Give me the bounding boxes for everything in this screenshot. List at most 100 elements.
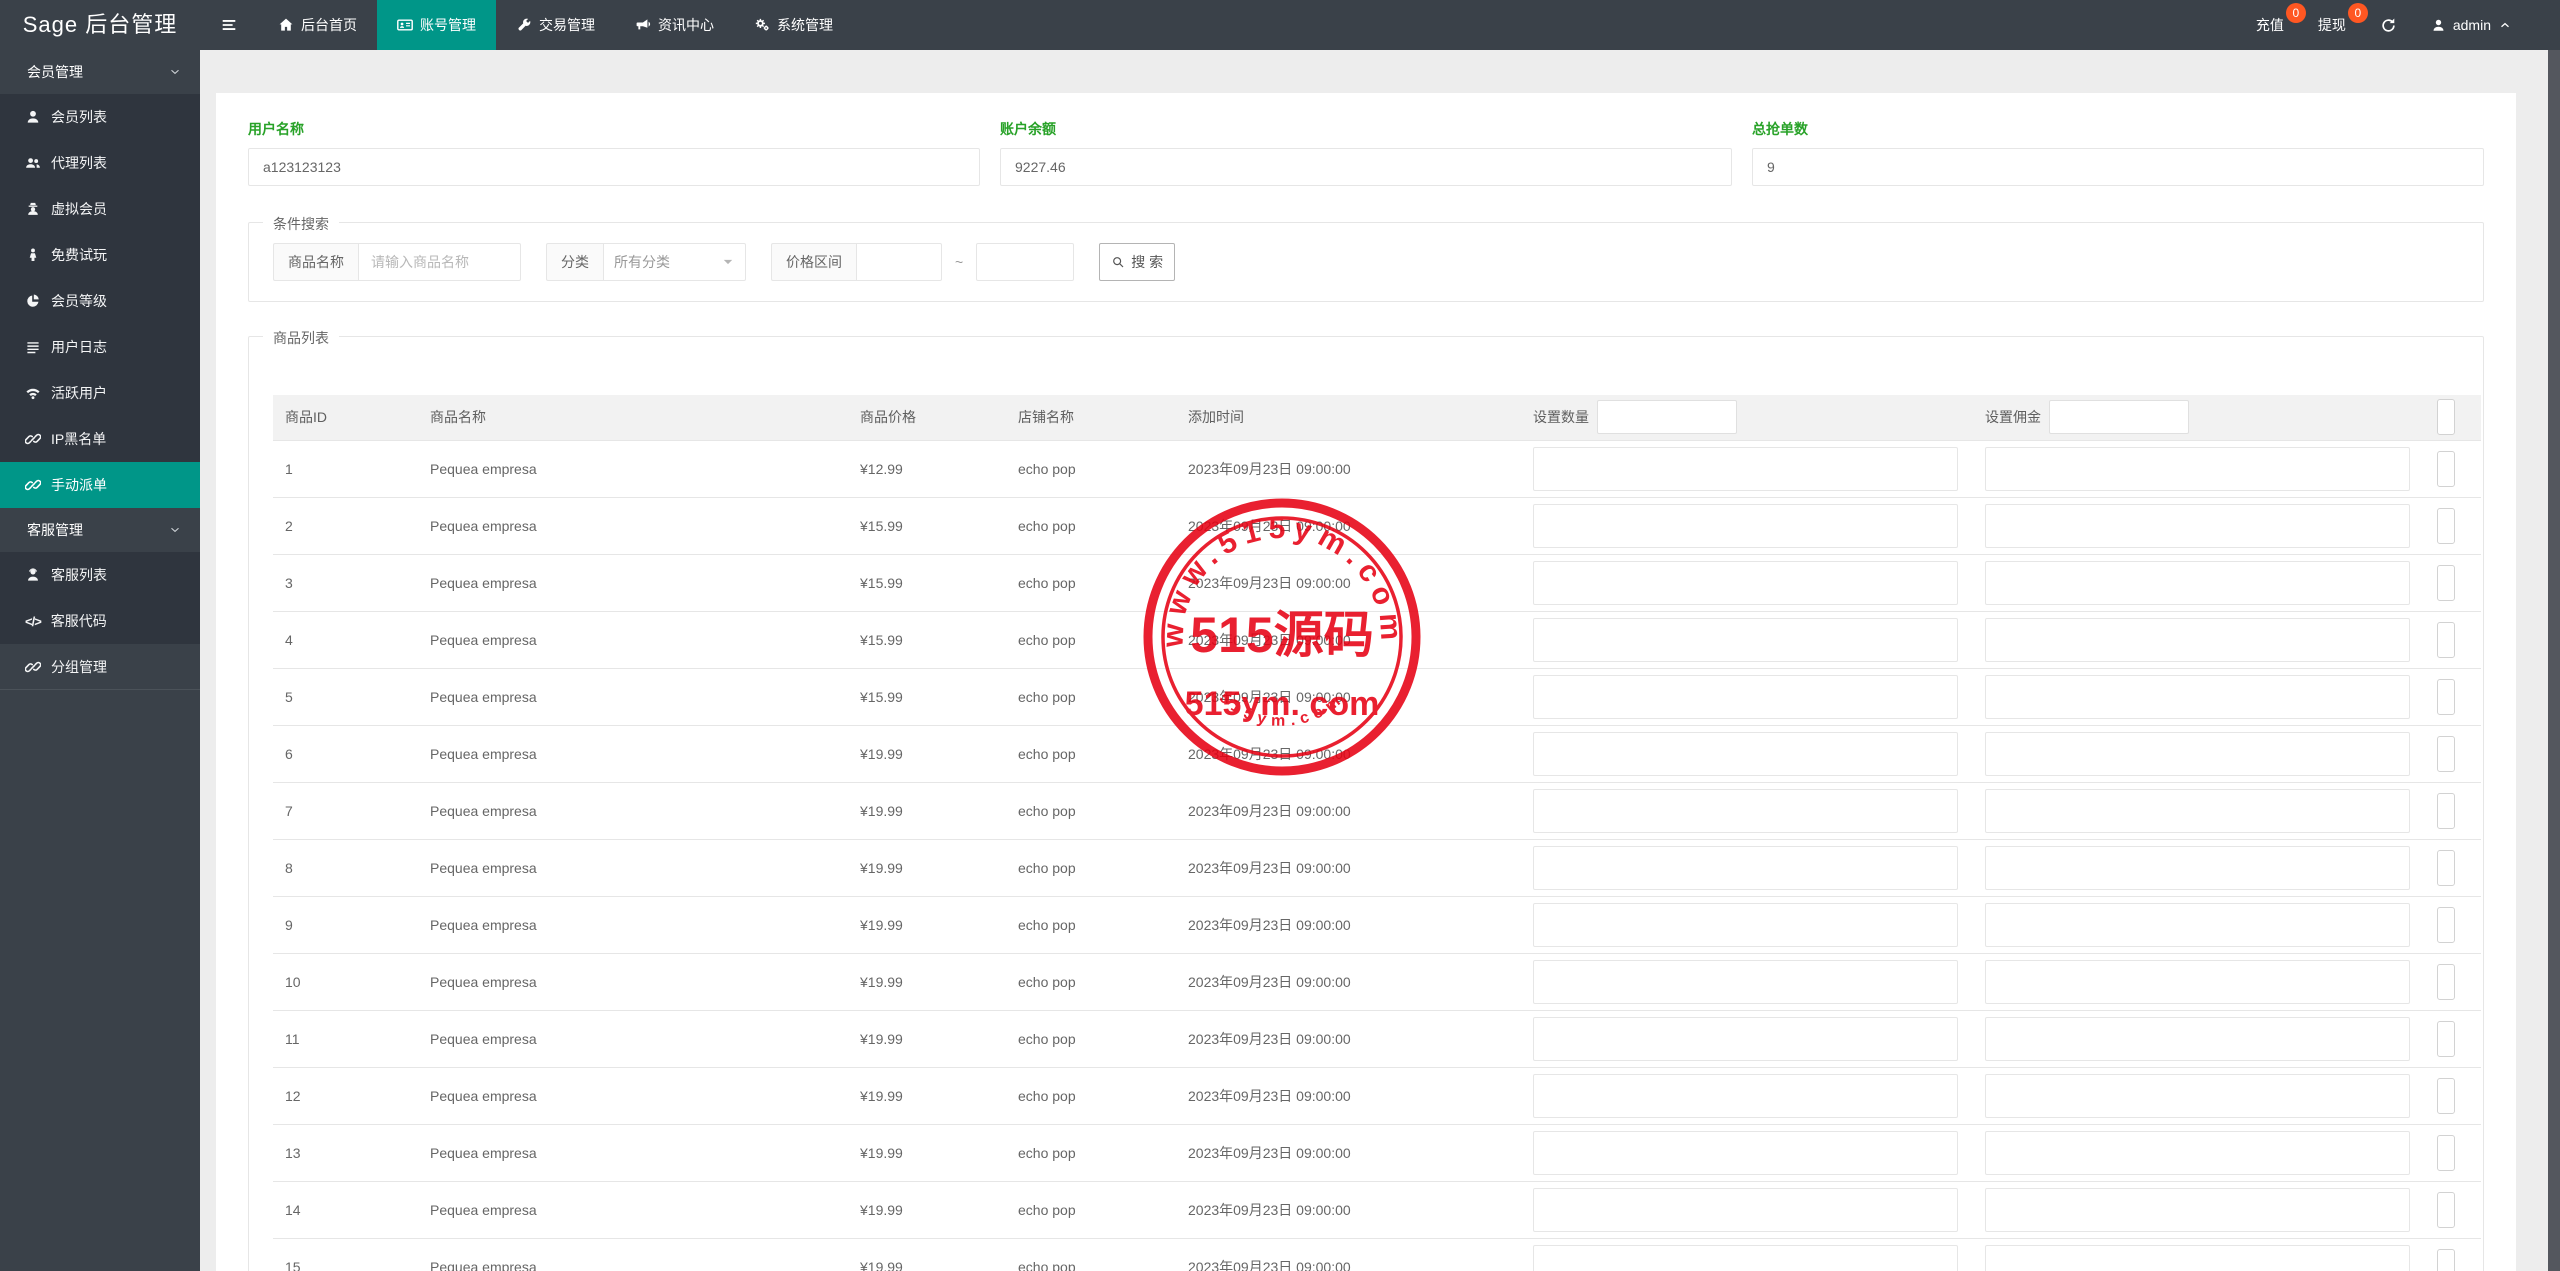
sidebar-item-service-code[interactable]: </> 客服代码 [0, 598, 200, 644]
row-checkbox[interactable] [2437, 792, 2455, 829]
cell-product-price: ¥12.99 [848, 439, 1006, 498]
sidebar-item-virtual-member[interactable]: 虚拟会员 [0, 186, 200, 232]
row-checkbox[interactable] [2437, 621, 2455, 658]
commission-input[interactable] [1985, 560, 2410, 605]
cell-select [2425, 782, 2481, 840]
agent-icon [25, 567, 41, 583]
row-checkbox[interactable] [2437, 1020, 2455, 1057]
commission-input[interactable] [1985, 1016, 2410, 1061]
quantity-input[interactable] [1533, 1073, 1958, 1118]
search-button[interactable]: 搜 索 [1099, 243, 1176, 281]
field-input-balance[interactable] [1000, 148, 1732, 186]
sidebar-item-label: 会员列表 [51, 109, 107, 125]
sidebar-item-free-trial[interactable]: 免费试玩 [0, 232, 200, 278]
cell-select [2425, 1124, 2481, 1182]
quantity-input[interactable] [1533, 674, 1958, 719]
cell-set-commission [1973, 554, 2425, 612]
account-fields: 用户名称 账户余额 总抢单数 [248, 119, 2484, 186]
hamburger-icon[interactable] [200, 0, 258, 50]
quantity-input[interactable] [1533, 503, 1958, 548]
commission-input[interactable] [1985, 446, 2410, 491]
refresh-icon[interactable] [2380, 17, 2397, 34]
select-all-checkbox[interactable] [2437, 399, 2455, 436]
nav-tab-system[interactable]: 系统管理 [734, 0, 853, 50]
sidebar-item-service-list[interactable]: 客服列表 [0, 552, 200, 598]
sidebar-item-label: 手动派单 [51, 477, 107, 493]
row-checkbox[interactable] [2437, 564, 2455, 601]
quantity-input[interactable] [1533, 959, 1958, 1004]
nav-tab-label: 系统管理 [777, 17, 833, 33]
nav-tab-news[interactable]: 资讯中心 [615, 0, 734, 50]
cell-product-id: 1 [273, 439, 418, 498]
category-select[interactable]: 所有分类 [603, 243, 746, 281]
sidebar-item-active-users[interactable]: 活跃用户 [0, 370, 200, 416]
row-checkbox[interactable] [2437, 1191, 2455, 1228]
row-checkbox[interactable] [2437, 849, 2455, 886]
price-min-input[interactable] [856, 243, 942, 281]
product-name-input[interactable] [358, 243, 521, 281]
commission-input[interactable] [1985, 902, 2410, 947]
sidebar-section-service-manage[interactable]: 客服管理 [0, 508, 200, 552]
cell-shop-name: echo pop [1006, 1124, 1176, 1182]
commission-input[interactable] [1985, 731, 2410, 776]
commission-input[interactable] [1985, 674, 2410, 719]
row-checkbox[interactable] [2437, 1077, 2455, 1114]
quantity-input[interactable] [1533, 560, 1958, 605]
sidebar-item-ip-blacklist[interactable]: IP黑名单 [0, 416, 200, 462]
quantity-input[interactable] [1533, 1187, 1958, 1232]
nav-tab-trade[interactable]: 交易管理 [496, 0, 615, 50]
row-checkbox[interactable] [2437, 1134, 2455, 1171]
sidebar-section-member-manage[interactable]: 会员管理 [0, 50, 200, 94]
field-input-orders[interactable] [1752, 148, 2484, 186]
commission-input[interactable] [1985, 1130, 2410, 1175]
cell-set-quantity [1521, 953, 1973, 1011]
quantity-input[interactable] [1533, 845, 1958, 890]
row-checkbox[interactable] [2437, 450, 2455, 487]
commission-input[interactable] [1985, 1244, 2410, 1271]
page-scrollbar[interactable] [2548, 50, 2560, 1271]
quantity-input[interactable] [1533, 617, 1958, 662]
sidebar-item-agent-list[interactable]: 代理列表 [0, 140, 200, 186]
sidebar-item-member-list[interactable]: 会员列表 [0, 94, 200, 140]
sidebar-item-label: 会员等级 [51, 293, 107, 309]
cell-set-quantity [1521, 668, 1973, 726]
sidebar-item-member-level[interactable]: 会员等级 [0, 278, 200, 324]
quantity-input[interactable] [1533, 1244, 1958, 1271]
cell-product-id: 9 [273, 896, 418, 954]
commission-input[interactable] [1985, 503, 2410, 548]
recharge-link[interactable]: 充值 0 [2256, 3, 2306, 35]
row-checkbox[interactable] [2437, 906, 2455, 943]
commission-input[interactable] [1985, 845, 2410, 890]
row-checkbox[interactable] [2437, 507, 2455, 544]
sidebar-item-group-manage[interactable]: 分组管理 [0, 644, 200, 690]
cell-shop-name: echo pop [1006, 1067, 1176, 1125]
commission-input[interactable] [1985, 959, 2410, 1004]
quantity-input[interactable] [1533, 788, 1958, 833]
quantity-input[interactable] [1533, 1130, 1958, 1175]
quantity-input[interactable] [1533, 446, 1958, 491]
quantity-input[interactable] [1533, 902, 1958, 947]
sidebar-item-manual-dispatch[interactable]: 手动派单 [0, 462, 200, 508]
commission-input[interactable] [1985, 788, 2410, 833]
nav-tab-account[interactable]: 账号管理 [377, 0, 496, 50]
row-checkbox[interactable] [2437, 735, 2455, 772]
set-quantity-all-input[interactable] [1597, 400, 1737, 435]
price-max-input[interactable] [976, 243, 1075, 281]
field-input-username[interactable] [248, 148, 980, 186]
set-commission-all-input[interactable] [2049, 400, 2189, 435]
category-value: 所有分类 [614, 254, 670, 270]
commission-input[interactable] [1985, 1073, 2410, 1118]
header-shop-name: 店铺名称 [1018, 409, 1074, 426]
quantity-input[interactable] [1533, 731, 1958, 776]
user-menu[interactable]: admin [2431, 17, 2512, 33]
row-checkbox[interactable] [2437, 963, 2455, 1000]
sidebar-item-user-logs[interactable]: 用户日志 [0, 324, 200, 370]
quantity-input[interactable] [1533, 1016, 1958, 1061]
search-fieldset: 条件搜索 商品名称 分类 所有分类 价格区间 ~ 搜 索 [248, 214, 2484, 302]
withdraw-link[interactable]: 提现 0 [2318, 3, 2368, 35]
row-checkbox[interactable] [2437, 1248, 2455, 1271]
row-checkbox[interactable] [2437, 678, 2455, 715]
commission-input[interactable] [1985, 617, 2410, 662]
commission-input[interactable] [1985, 1187, 2410, 1232]
nav-tab-home[interactable]: 后台首页 [258, 0, 377, 50]
